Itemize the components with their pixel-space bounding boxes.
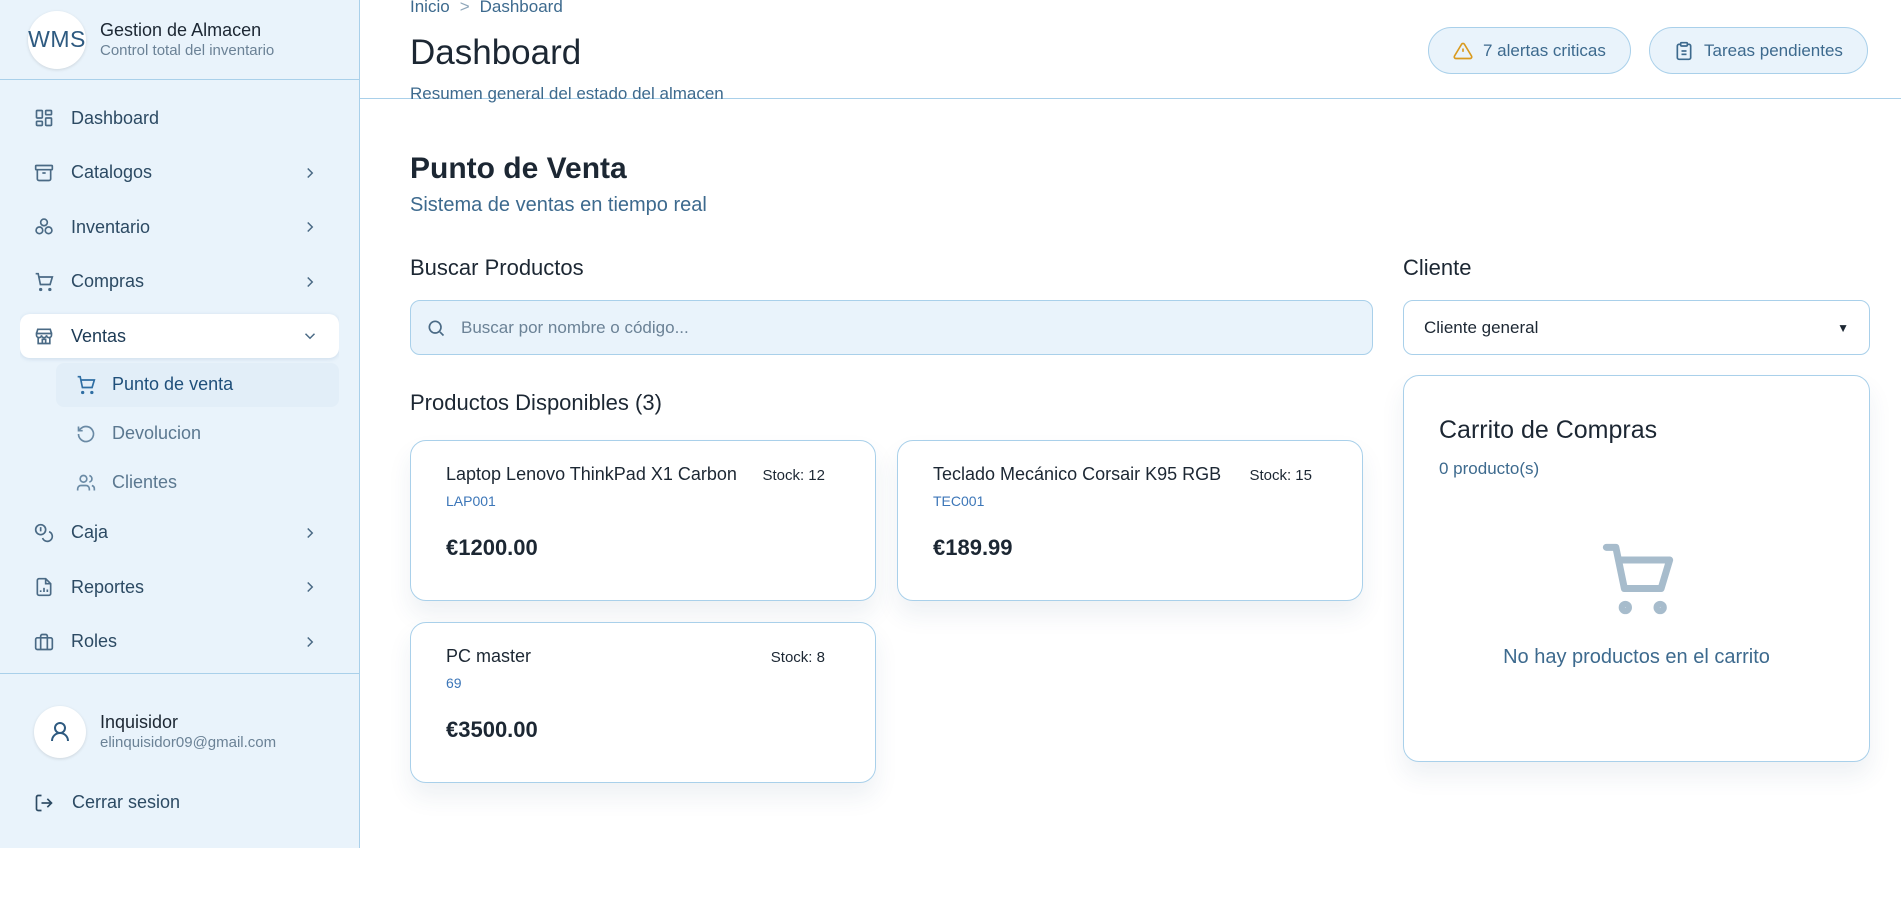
sidebar-item-label: Reportes — [71, 576, 145, 597]
sidebar-item-reportes[interactable]: Reportes — [20, 565, 339, 609]
sidebar-item-compras[interactable]: Compras — [20, 260, 339, 304]
product-code: LAP001 — [446, 493, 496, 509]
cart-title: Carrito de Compras — [1439, 416, 1658, 444]
search-products-heading: Buscar Productos — [410, 255, 584, 280]
sidebar-item-label: Roles — [71, 631, 118, 651]
pos-title: Punto de Venta — [410, 152, 627, 185]
product-price: €3500.00 — [446, 717, 538, 742]
chevron-right-icon — [307, 167, 314, 178]
chevron-right-icon — [307, 276, 314, 287]
logout-icon — [35, 794, 53, 811]
alerts-button[interactable]: 7 alertas criticas — [1428, 27, 1631, 74]
empty-cart-icon — [1602, 543, 1674, 615]
chevron-right-icon — [307, 581, 314, 593]
product-code: 69 — [446, 675, 462, 691]
sidebar-subitem-label: Devolucion — [112, 423, 202, 443]
product-price: €1200.00 — [446, 535, 538, 560]
dashboard-icon — [34, 108, 54, 128]
sidebar-item-inventario[interactable]: Inventario — [20, 205, 339, 249]
shopping-cart-panel: Carrito de Compras 0 producto(s) No hay … — [1403, 375, 1870, 762]
archive-icon — [34, 163, 54, 183]
user-panel: Inquisidor elinquisidor09@gmail.com Cerr… — [0, 673, 359, 848]
product-stock: Stock: 12 — [762, 467, 825, 484]
alert-triangle-icon — [1453, 41, 1473, 61]
user-icon — [51, 722, 69, 742]
product-name: PC master — [446, 646, 532, 666]
brand: WMS Gestion de Almacen Control total del… — [0, 0, 359, 80]
page-header: Inicio > Dashboard Dashboard Resumen gener… — [360, 0, 1901, 103]
sidebar-item-label: Catalogos — [71, 162, 153, 182]
search-icon — [425, 317, 447, 339]
logout-button[interactable]: Cerrar sesion — [34, 792, 180, 813]
sidebar-item-label: Inventario — [71, 216, 151, 237]
sidebar-item-label: Compras — [71, 271, 145, 291]
chevron-right-icon — [307, 221, 314, 233]
briefcase-icon — [34, 632, 54, 652]
product-price: €189.99 — [933, 535, 1013, 560]
search-input[interactable] — [461, 317, 1341, 338]
page-title: Dashboard — [410, 33, 582, 72]
brand-title: Gestion de Almacen — [100, 19, 262, 40]
products-heading: Productos Disponibles (3) — [410, 390, 662, 415]
user-email: elinquisidor09@gmail.com — [100, 734, 277, 751]
tasks-label: Tareas pendientes — [1704, 40, 1843, 60]
cart-count: 0 producto(s) — [1439, 459, 1540, 478]
boxes-icon — [34, 217, 54, 237]
tasks-button[interactable]: Tareas pendientes — [1649, 27, 1868, 74]
sidebar-subitem-label: Clientes — [112, 472, 178, 492]
product-name: Teclado Mecánico Corsair K95 RGB — [933, 464, 1222, 484]
cart-icon — [76, 375, 96, 395]
rotate-ccw-icon — [76, 424, 96, 444]
sidebar-item-roles[interactable]: Roles — [20, 620, 339, 664]
logout-label: Cerrar sesion — [72, 792, 181, 812]
brand-logo: WMS — [28, 10, 86, 69]
client-select[interactable]: Cliente general ▼ — [1403, 300, 1870, 355]
breadcrumb-dashboard[interactable]: Dashboard — [480, 0, 563, 16]
sidebar: WMS Gestion de Almacen Control total del… — [0, 0, 360, 848]
alerts-label: 7 alertas criticas — [1483, 40, 1606, 60]
user-name: Inquisidor — [100, 712, 179, 732]
breadcrumb: Inicio > Dashboard — [410, 0, 563, 17]
cart-icon — [34, 272, 54, 292]
sidebar-subitem-label: Punto de venta — [112, 374, 234, 394]
client-select-value: Cliente general — [1424, 317, 1539, 337]
client-heading: Cliente — [1403, 255, 1472, 280]
sidebar-subitem-clientes[interactable]: Clientes — [56, 461, 339, 505]
sidebar-nav: Dashboard Catalogos Inventario Compras V… — [20, 96, 339, 676]
product-code: TEC001 — [933, 493, 985, 509]
report-icon — [34, 577, 54, 597]
sidebar-item-dashboard[interactable]: Dashboard — [20, 96, 339, 140]
avatar[interactable] — [34, 706, 86, 758]
product-card[interactable]: Laptop Lenovo ThinkPad X1 Carbon Stock: … — [410, 440, 876, 601]
product-stock: Stock: 8 — [770, 649, 825, 666]
caret-down-icon: ▼ — [1837, 321, 1849, 335]
ventas-submenu: Punto de venta Devolucion Clientes — [20, 362, 339, 505]
page-subtitle: Resumen general del estado del almacen — [410, 84, 724, 103]
sidebar-item-label: Ventas — [71, 325, 127, 346]
breadcrumb-separator: > — [459, 0, 470, 16]
sidebar-item-label: Caja — [71, 522, 109, 542]
product-search — [410, 300, 1373, 355]
product-name: Laptop Lenovo ThinkPad X1 Carbon — [446, 464, 737, 484]
sidebar-item-catalogos[interactable]: Catalogos — [20, 151, 339, 195]
breadcrumb-inicio[interactable]: Inicio — [410, 0, 450, 16]
brand-subtitle: Control total del inventario — [100, 41, 275, 59]
product-card[interactable]: PC master Stock: 8 69 €3500.00 — [410, 622, 876, 783]
product-card[interactable]: Teclado Mecánico Corsair K95 RGB Stock: … — [897, 440, 1363, 601]
chevron-down-icon — [304, 333, 316, 340]
users-icon — [76, 473, 96, 493]
sidebar-item-label: Dashboard — [71, 107, 160, 128]
sidebar-subitem-punto-de-venta[interactable]: Punto de venta — [56, 362, 339, 407]
cart-empty-message: No hay productos en el carrito — [1503, 646, 1770, 668]
sidebar-item-caja[interactable]: Caja — [20, 511, 339, 555]
product-stock: Stock: 15 — [1249, 467, 1312, 484]
clipboard-icon — [1674, 41, 1694, 61]
sidebar-subitem-devolucion[interactable]: Devolucion — [56, 412, 339, 456]
coins-icon — [34, 523, 54, 543]
pos-subtitle: Sistema de ventas en tiempo real — [410, 194, 707, 216]
store-icon — [34, 326, 54, 346]
chevron-right-icon — [307, 636, 314, 647]
chevron-right-icon — [307, 527, 314, 538]
sidebar-item-ventas[interactable]: Ventas — [20, 314, 339, 358]
